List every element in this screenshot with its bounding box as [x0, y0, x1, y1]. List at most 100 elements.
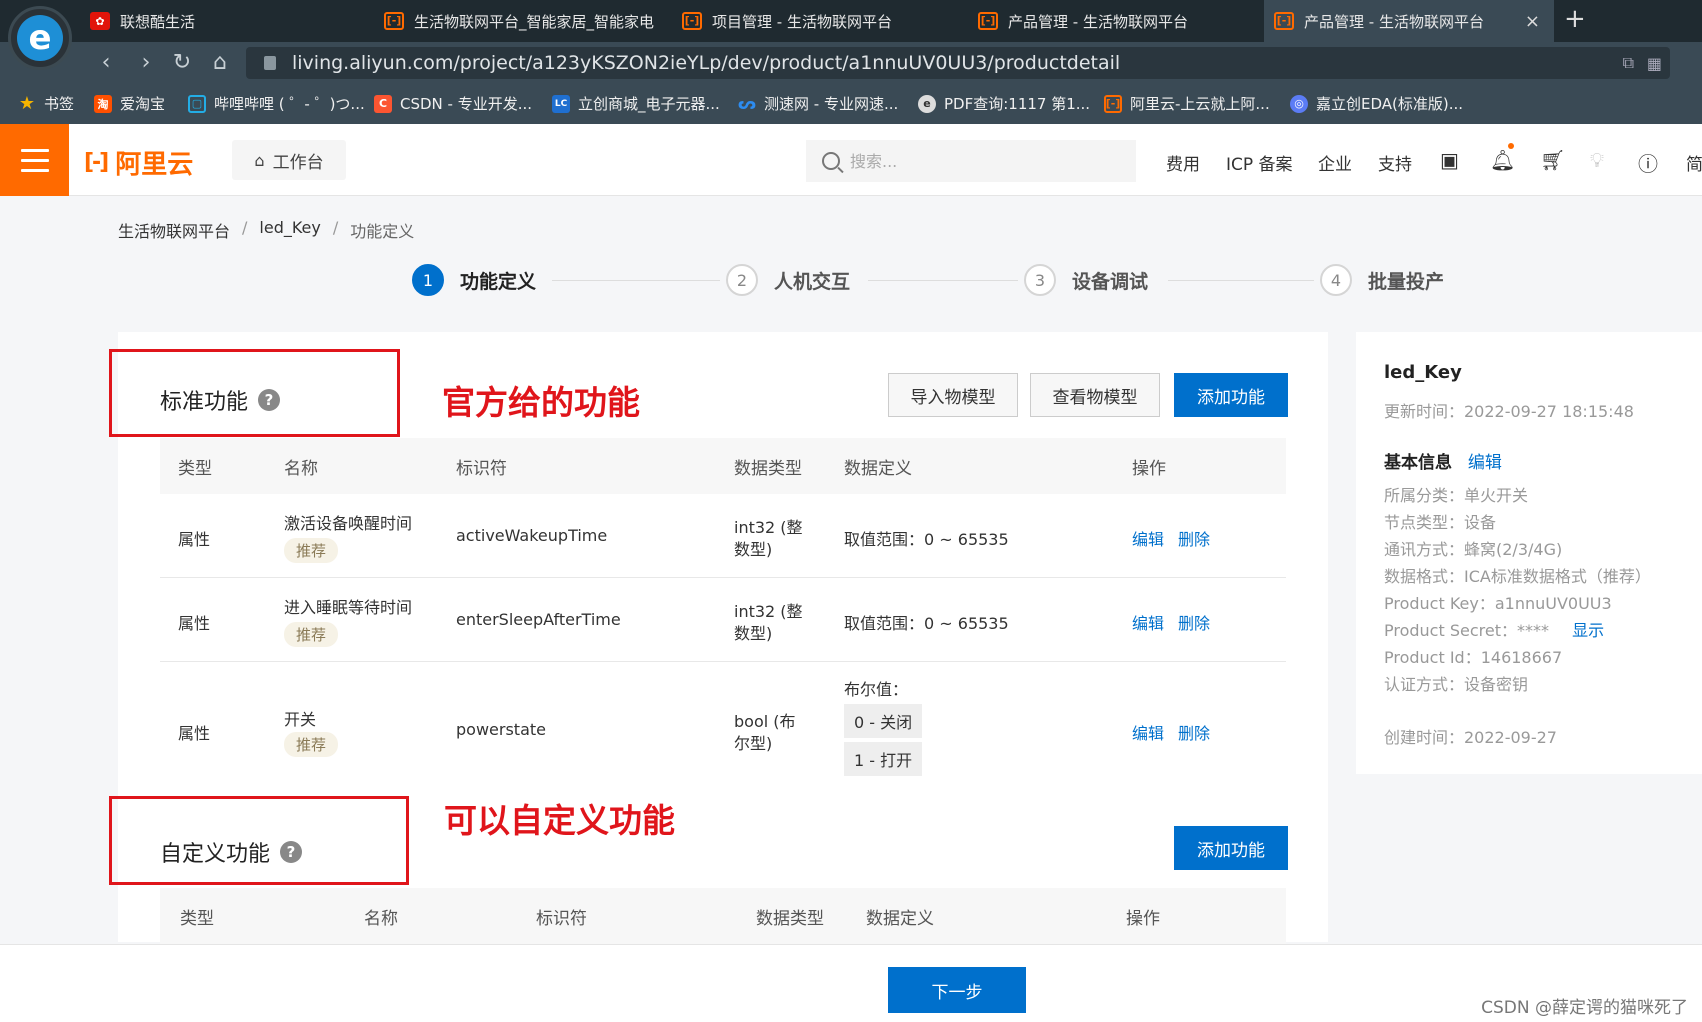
table-header: 类型 名称 标识符 数据类型 数据定义 操作: [160, 438, 1286, 494]
taobao-icon: 淘: [94, 94, 112, 113]
close-tab-icon[interactable]: ×: [1525, 11, 1540, 32]
browser-tab-bar: ✿ 联想酷生活 [-] 生活物联网平台_智能家居_智能家电 [-] 项目管理 -…: [0, 0, 1702, 42]
bookmark-item[interactable]: ▢ 哔哩哔哩 ( ゜- ゜)つ...: [188, 93, 365, 114]
forward-icon[interactable]: ›: [132, 50, 160, 75]
annotation-box: [109, 796, 409, 885]
bookmark-item[interactable]: [-] 阿里云-上云就上阿...: [1104, 93, 1270, 114]
nav-icp[interactable]: ICP 备案: [1226, 150, 1293, 175]
cart-icon[interactable]: 🛒︎: [1540, 148, 1565, 172]
add-custom-function-button[interactable]: 添加功能: [1174, 826, 1288, 870]
bookmark-item[interactable]: ◎ 嘉立创EDA(标准版)...: [1290, 93, 1463, 114]
bookmarks-bar: ★ 书签 淘爱淘宝 ▢ 哔哩哔哩 ( ゜- ゜)つ... C CSDN - 专业开发.…: [0, 84, 1702, 124]
search-icon: [822, 152, 840, 170]
table-row: 属性 激活设备唤醒时间 推荐 activeWakeupTime int32 (整…: [160, 494, 1286, 578]
enum-value: 1 - 打开: [844, 742, 923, 776]
edit-link[interactable]: 编辑: [1132, 720, 1164, 744]
nav-support[interactable]: 支持: [1378, 150, 1412, 175]
bookmark-item[interactable]: ★ 书签: [18, 93, 74, 114]
browser-logo-icon: e: [8, 6, 72, 70]
delete-link[interactable]: 删除: [1178, 610, 1210, 634]
next-step-button[interactable]: 下一步: [888, 967, 1026, 1013]
apps-icon[interactable]: ▦: [1647, 54, 1662, 73]
step-hmi[interactable]: 2 人机交互: [726, 264, 850, 296]
url-field[interactable]: living.aliyun.com/project/a123yKSZON2ieY…: [246, 47, 1670, 79]
bookmark-item[interactable]: ᔕ 测速网 - 专业网速...: [738, 93, 898, 114]
info-line: Product Key：a1nnuUV0UU3: [1384, 594, 1612, 613]
edit-link[interactable]: 编辑: [1132, 610, 1164, 634]
bookmark-item[interactable]: e PDF查询:1117 第1...: [918, 93, 1090, 114]
bilibili-icon: ▢: [188, 94, 206, 113]
reload-icon[interactable]: ↻: [168, 50, 196, 75]
import-model-button[interactable]: 导入物模型: [888, 373, 1018, 417]
csdn-icon: C: [374, 94, 392, 113]
console-header: [-] 阿里云 ⌂ 工作台 费用 ICP 备案 企业 支持 ▣ 🔔︎ 🛒︎ 💡︎…: [0, 124, 1702, 196]
back-icon[interactable]: ‹: [92, 50, 120, 75]
info-line: 通讯方式：蜂窝(2/3/4G): [1384, 540, 1563, 559]
lightbulb-icon[interactable]: 💡︎: [1590, 148, 1604, 172]
lenovo-icon: ✿: [90, 12, 110, 30]
search-input[interactable]: [850, 151, 1110, 171]
browser-tab-2[interactable]: [-] 生活物联网平台_智能家居_智能家电: [374, 0, 664, 42]
enum-value: 0 - 关闭: [844, 704, 923, 738]
bell-icon[interactable]: 🔔︎: [1490, 148, 1515, 172]
breadcrumb: 生活物联网平台 / led_Key / 功能定义: [118, 218, 414, 242]
hamburger-menu-button[interactable]: [0, 124, 69, 196]
info-line: 所属分类：单火开关: [1384, 486, 1529, 505]
aliyun-mark-icon: [-]: [84, 150, 109, 175]
app-icon[interactable]: ▣: [1440, 148, 1459, 172]
view-model-button[interactable]: 查看物模型: [1030, 373, 1160, 417]
home-icon: ⌂: [254, 150, 265, 170]
new-tab-button[interactable]: +: [1564, 4, 1586, 34]
standard-functions-table: 类型 名称 标识符 数据类型 数据定义 操作 属性 激活设备唤醒时间 推荐 ac…: [160, 438, 1286, 798]
annotation-text: 可以自定义功能: [444, 801, 675, 840]
browser-tab-3[interactable]: [-] 项目管理 - 生活物联网平台: [672, 0, 962, 42]
table-header: 类型 名称 标识符 数据类型 数据定义 操作: [160, 888, 1286, 944]
nav-enterprise[interactable]: 企业: [1318, 150, 1352, 175]
aliyun-logo[interactable]: [-] 阿里云: [84, 144, 193, 181]
step-device-debug[interactable]: 3 设备调试: [1024, 264, 1148, 296]
breadcrumb-current: 功能定义: [350, 222, 415, 241]
breadcrumb-separator: /: [242, 218, 248, 237]
breadcrumb-item[interactable]: 生活物联网平台: [118, 218, 230, 242]
created-time: 创建时间：2022-09-27: [1384, 728, 1557, 747]
help-icon[interactable]: ⓘ: [1638, 148, 1658, 177]
step-function-definition[interactable]: 1 功能定义: [412, 264, 536, 296]
speedtest-icon: ᔕ: [737, 94, 757, 113]
bookmark-item[interactable]: LC 立创商城_电子元器...: [552, 93, 720, 114]
product-info-panel: led_Key 更新时间：2022-09-27 18:15:48 基本信息 编辑…: [1356, 332, 1702, 774]
share-icon[interactable]: ⧉: [1623, 53, 1634, 73]
info-line: 认证方式：设备密钥: [1384, 675, 1529, 694]
product-name: led_Key: [1384, 362, 1462, 383]
notification-dot: [1508, 143, 1514, 149]
breadcrumb-item[interactable]: led_Key: [259, 218, 320, 242]
search-box[interactable]: [806, 140, 1136, 182]
show-secret-link[interactable]: 显示: [1572, 621, 1604, 640]
address-bar: ‹ › ↻ ⌂ living.aliyun.com/project/a123yK…: [0, 42, 1702, 84]
lcsc-icon: LC: [552, 94, 570, 113]
delete-link[interactable]: 删除: [1178, 720, 1210, 744]
aliyun-icon: [-]: [1274, 12, 1294, 30]
step-connector: [552, 280, 720, 281]
aliyun-icon: [-]: [978, 12, 998, 30]
browser-tab-active[interactable]: [-] 产品管理 - 生活物联网平台 ×: [1264, 0, 1554, 42]
nav-overflow[interactable]: 简: [1686, 150, 1702, 175]
home-icon[interactable]: ⌂: [206, 50, 234, 75]
progress-steps: 1 功能定义 2 人机交互 3 设备调试 4 批量投产: [412, 264, 1452, 304]
bookmark-item[interactable]: C CSDN - 专业开发...: [374, 93, 532, 114]
edit-link[interactable]: 编辑: [1132, 526, 1164, 550]
basic-info-header: 基本信息 编辑: [1384, 453, 1502, 473]
table-row: 属性 进入睡眠等待时间 推荐 enterSleepAfterTime int32…: [160, 578, 1286, 662]
add-function-button[interactable]: 添加功能: [1174, 373, 1288, 417]
browser-tab-4[interactable]: [-] 产品管理 - 生活物联网平台: [968, 0, 1258, 42]
step-mass-production[interactable]: 4 批量投产: [1320, 264, 1444, 296]
bookmark-item[interactable]: 淘爱淘宝: [94, 93, 165, 114]
delete-link[interactable]: 删除: [1178, 526, 1210, 550]
info-line: 数据格式：ICA标准数据格式（推荐）: [1384, 567, 1651, 586]
edit-info-link[interactable]: 编辑: [1468, 453, 1502, 473]
browser-tab-1[interactable]: ✿ 联想酷生活: [80, 0, 370, 42]
step-connector: [1168, 280, 1314, 281]
nav-fees[interactable]: 费用: [1166, 150, 1200, 175]
info-line: 节点类型：设备: [1384, 513, 1497, 532]
workbench-button[interactable]: ⌂ 工作台: [232, 140, 346, 180]
star-icon: ★: [18, 93, 36, 114]
